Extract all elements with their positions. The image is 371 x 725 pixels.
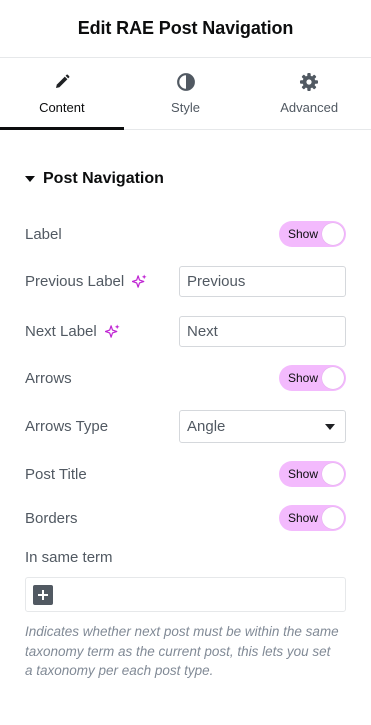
previous-label-input[interactable]: Previous xyxy=(179,266,346,297)
toggle-text: Show xyxy=(288,227,319,241)
in-same-term-label: In same term xyxy=(25,548,113,566)
control-arrows-type: Arrows Type Angle xyxy=(25,410,346,443)
arrows-type-value: Angle xyxy=(187,418,226,435)
chevron-down-icon xyxy=(325,423,335,430)
control-previous-label: Previous Label Previous xyxy=(25,266,346,297)
ai-sparkle-icon[interactable] xyxy=(132,274,147,289)
section-title-label: Post Navigation xyxy=(43,170,164,187)
toggle-knob xyxy=(322,463,344,485)
half-circle-icon xyxy=(176,72,196,92)
borders-toggle[interactable]: Show xyxy=(279,505,346,531)
tab-advanced-label: Advanced xyxy=(280,100,339,115)
panel-tabs: Content Style Advanced xyxy=(0,58,371,130)
panel-header: Edit RAE Post Navigation xyxy=(0,0,371,58)
section-post-navigation[interactable]: Post Navigation xyxy=(25,168,164,190)
panel-title: Edit RAE Post Navigation xyxy=(77,18,294,38)
arrows-type-select[interactable]: Angle xyxy=(179,410,346,443)
toggle-text: Show xyxy=(288,467,319,481)
caret-down-icon xyxy=(25,176,35,182)
toggle-knob xyxy=(322,367,344,389)
add-term-button[interactable] xyxy=(33,585,53,605)
toggle-knob xyxy=(322,507,344,529)
tab-style-label: Style xyxy=(171,100,200,115)
next-label-input[interactable]: Next xyxy=(179,316,346,347)
control-arrows: Arrows Show xyxy=(25,365,346,391)
borders-label: Borders xyxy=(25,509,78,527)
control-in-same-term: In same term xyxy=(25,547,346,567)
ai-sparkle-icon[interactable] xyxy=(104,324,120,339)
control-post-title: Post Title Show xyxy=(25,461,346,487)
toggle-text: Show xyxy=(288,371,319,385)
previous-label-caption: Previous Label xyxy=(25,273,125,290)
toggle-knob xyxy=(322,223,344,245)
control-borders: Borders Show xyxy=(25,505,346,531)
control-next-label: Next Label Next xyxy=(25,316,346,347)
post-title-label: Post Title xyxy=(25,465,87,483)
control-label-text: Label xyxy=(25,225,62,243)
tab-content-label: Content xyxy=(39,100,85,115)
plus-icon xyxy=(38,590,48,600)
toggle-text: Show xyxy=(288,511,319,525)
arrows-type-label: Arrows Type xyxy=(25,418,109,435)
in-same-term-help: Indicates whether next post must be with… xyxy=(25,624,339,678)
tab-style[interactable]: Style xyxy=(124,58,248,129)
post-title-toggle[interactable]: Show xyxy=(279,461,346,487)
next-label-text: Next Label xyxy=(25,323,120,340)
tab-advanced[interactable]: Advanced xyxy=(247,58,371,129)
arrows-label: Arrows xyxy=(25,369,72,387)
tab-content[interactable]: Content xyxy=(0,58,124,130)
in-same-term-repeater xyxy=(25,577,346,612)
pencil-icon xyxy=(52,72,72,92)
arrows-toggle[interactable]: Show xyxy=(279,365,346,391)
previous-label-text: Previous Label xyxy=(25,273,147,290)
control-label: Label Show xyxy=(25,221,346,247)
gear-icon xyxy=(299,72,319,92)
editor-panel: Edit RAE Post Navigation Content Style A… xyxy=(0,0,371,725)
label-toggle[interactable]: Show xyxy=(279,221,346,247)
next-label-caption: Next Label xyxy=(25,323,97,340)
